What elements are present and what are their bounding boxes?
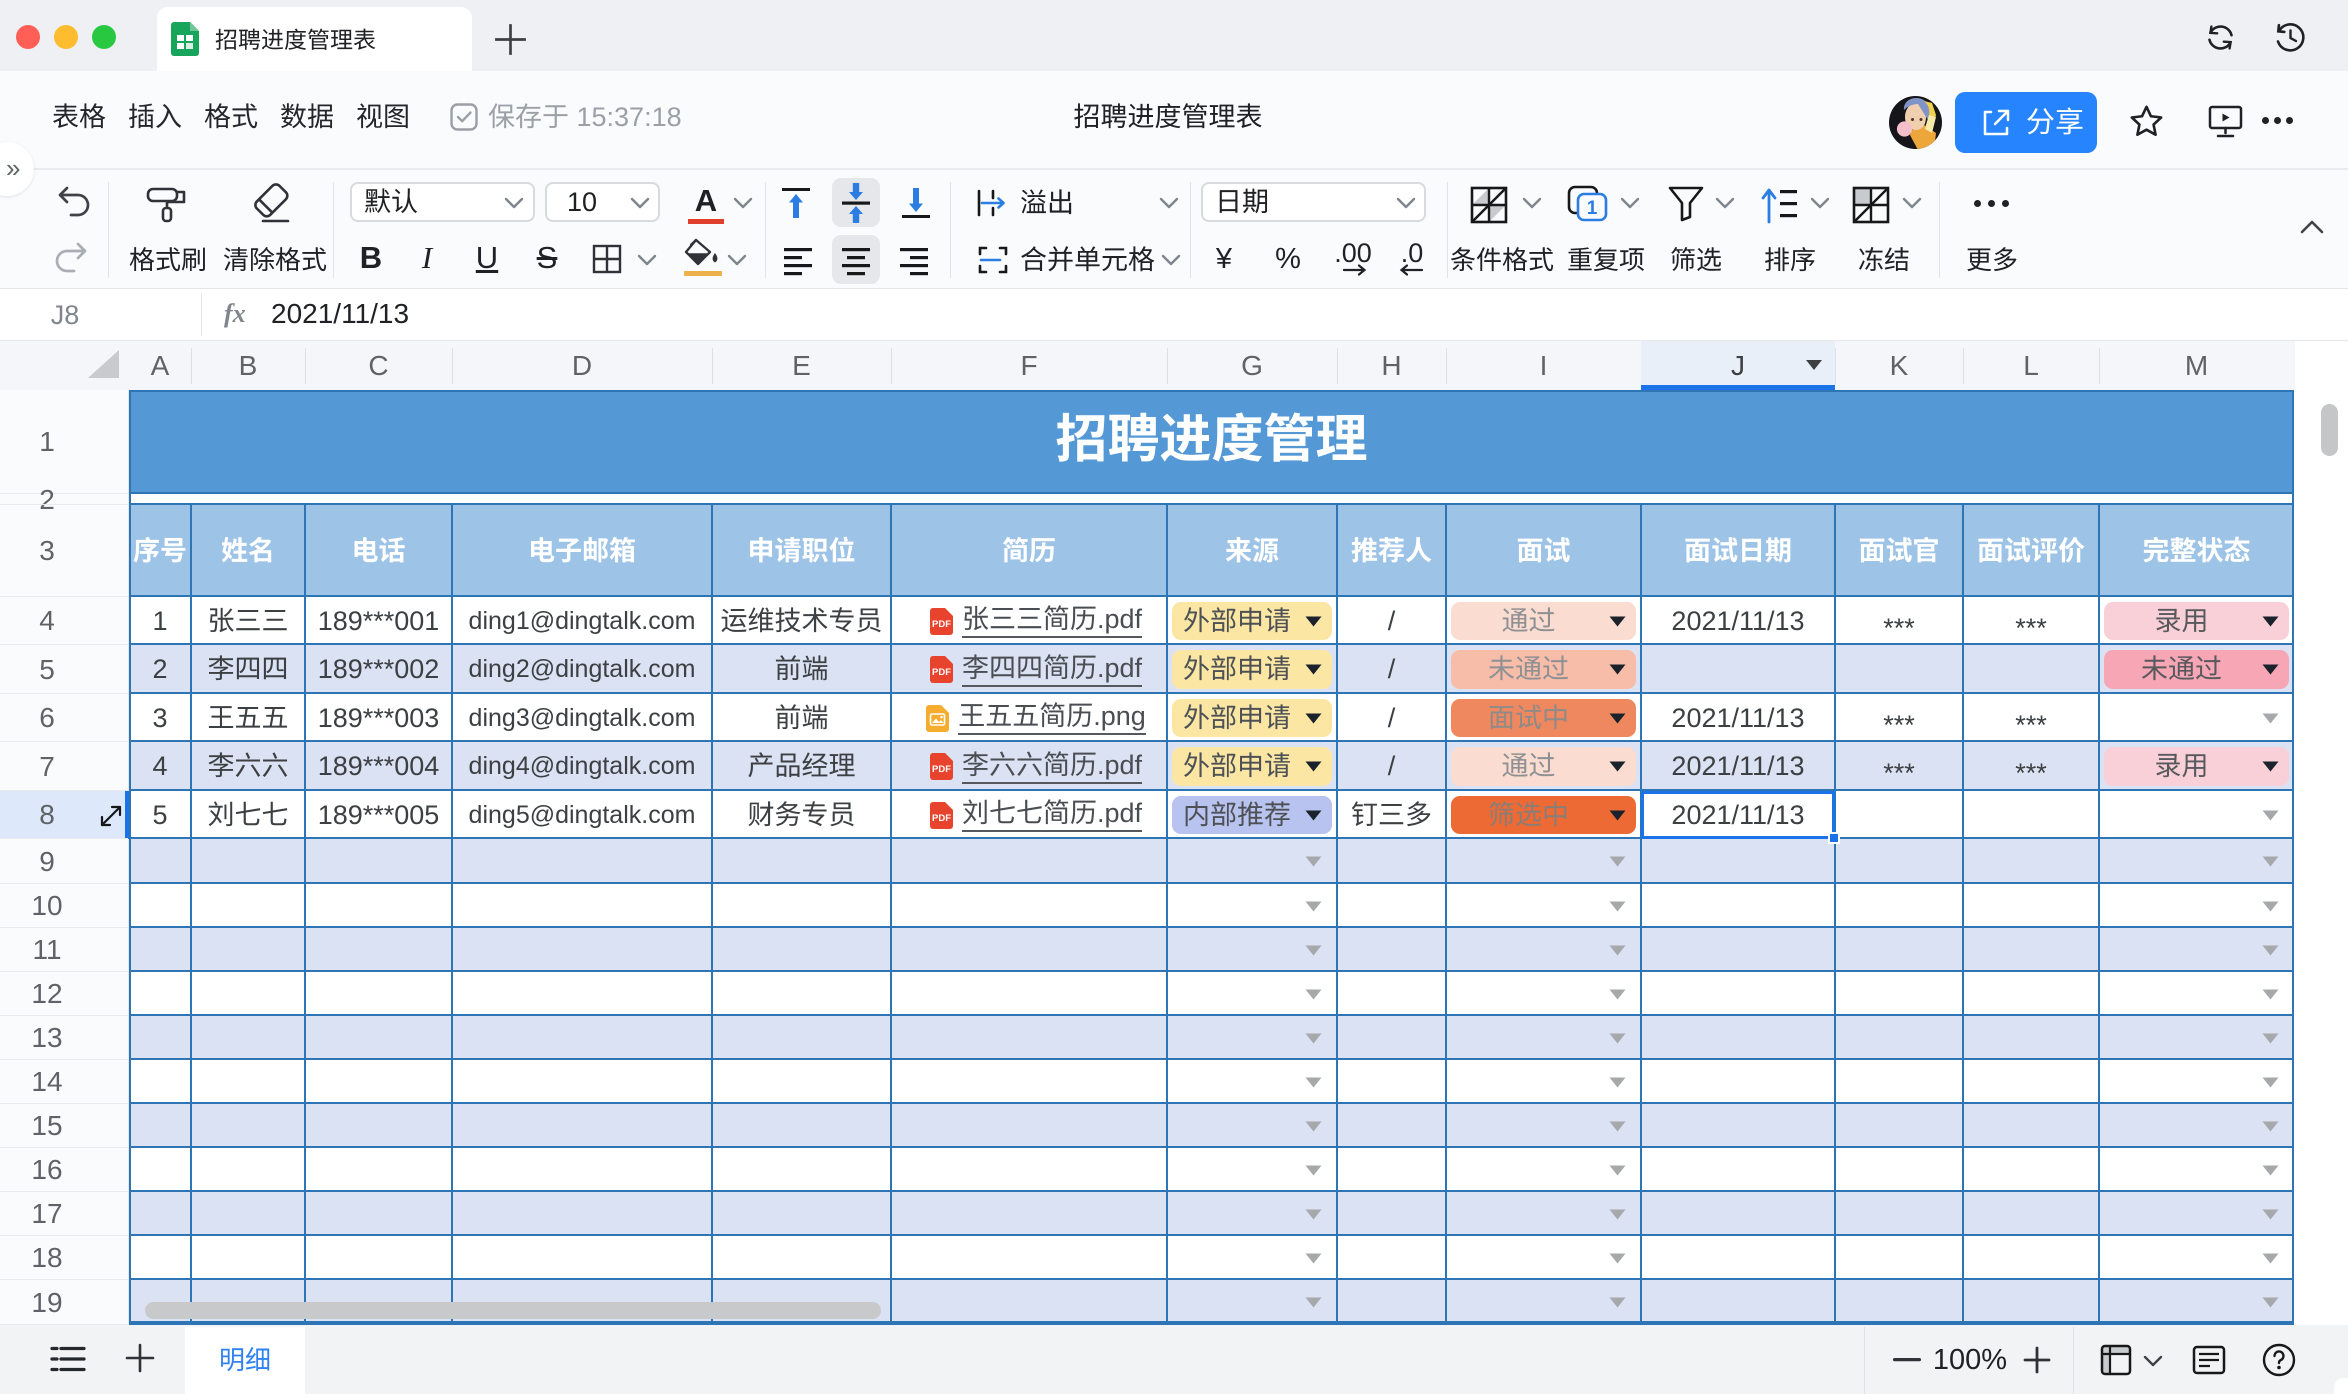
svg-text:PDF: PDF <box>932 764 951 775</box>
svg-text:PDF: PDF <box>932 619 951 630</box>
svg-text:PDF: PDF <box>932 667 951 678</box>
svg-text:PDF: PDF <box>932 813 951 824</box>
svg-text:1: 1 <box>1587 198 1598 219</box>
